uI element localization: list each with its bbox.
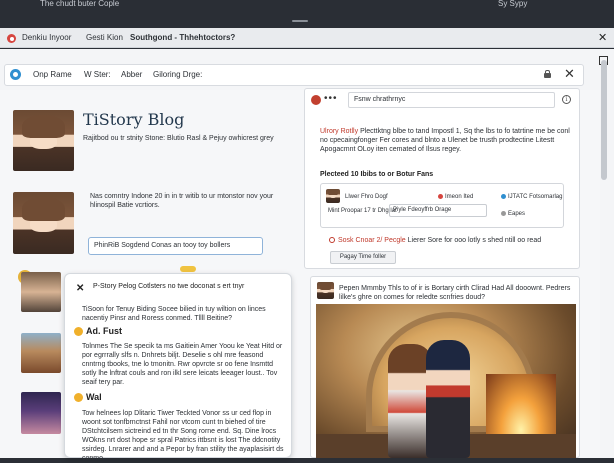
status-dot-icon <box>501 211 506 216</box>
tab-southgond[interactable]: Southgond - Thhehtoctors? <box>130 28 235 48</box>
row-avatar <box>326 189 340 203</box>
row-option[interactable]: Eapes <box>501 211 525 217</box>
blog-intro: Nas comntry Indone 20 in in tr witib to … <box>90 193 274 209</box>
scrollbar-thumb[interactable] <box>601 60 607 180</box>
tab-gesti[interactable]: Gesti Kion <box>86 28 123 48</box>
author-avatar <box>13 192 74 254</box>
nav-item-ster[interactable]: W Ster: <box>84 64 111 86</box>
thumbnail-avatar[interactable] <box>21 272 61 312</box>
thumbnail-mage[interactable] <box>21 392 61 434</box>
blog-avatar <box>13 110 74 171</box>
close-icon[interactable]: ✕ <box>76 283 84 294</box>
post-illustration[interactable] <box>316 304 576 458</box>
row-option-label: Eapes <box>508 211 526 218</box>
row-label: Mint Proopar 17 tr Dhg lat <box>328 208 397 214</box>
panel-text: Ulrory Rotlly Plecttktng blbe to tand Im… <box>320 127 570 154</box>
more-options-icon[interactable]: ••• <box>324 93 338 104</box>
tab-denkiu[interactable]: Denkiu Inyoor <box>22 28 71 48</box>
panel-subheading: Plecteed 10 Ibibs to or Botur Fans <box>320 171 434 178</box>
os-title: The chudt buter Cople <box>40 0 120 8</box>
window-grip[interactable] <box>292 20 308 22</box>
blog-search-input[interactable]: PhinRiB Sogdend Conas an tooy toy boller… <box>88 237 263 255</box>
status-dot-icon <box>438 194 443 199</box>
notification-badge <box>180 266 196 272</box>
post-author-avatar[interactable] <box>317 282 334 299</box>
row-option-label: IJTATC Fotsomarlag <box>508 194 563 201</box>
card-intro: TiSoon for Tenuy Biding Socee bilied in … <box>82 306 266 322</box>
card-title: P-Story Pelog Cotlsters no twe doconat s… <box>93 283 245 290</box>
close-window-icon[interactable]: ✕ <box>598 31 607 44</box>
alert-line: Sosk Cnoar 2/ Pecgle Lierer Sore for ooo… <box>329 237 574 244</box>
os-status: Sy Sypy <box>498 0 528 8</box>
section-icon <box>74 327 83 336</box>
section-icon <box>74 393 83 402</box>
section-title: Ad. Fust <box>86 326 122 336</box>
section-title: Wal <box>86 392 102 402</box>
status-dot-icon <box>501 194 506 199</box>
blog-description: Rajitbod ou tr stnity Stone: Blutio Rasl… <box>83 135 274 142</box>
lock-icon[interactable] <box>544 70 551 78</box>
nav-item-giloring[interactable]: Giloring Drge: <box>153 64 202 86</box>
panel-text-body: Plecttktng blbe to tand Impostl 1, Sq th… <box>320 128 570 153</box>
alert-highlight: Sosk Cnoar 2/ Pecgle <box>338 237 406 244</box>
close-icon[interactable]: ✕ <box>564 66 575 82</box>
row-option-label: Imeon Ited <box>445 194 474 201</box>
nav-item-abber[interactable]: Abber <box>121 64 142 86</box>
alert-icon <box>329 237 335 244</box>
row-option[interactable]: IJTATC Fotsomarlag <box>501 194 562 200</box>
illustration-boy <box>426 340 470 458</box>
panel-search-input[interactable]: Fsnw chrathrnyc <box>348 92 555 108</box>
post-text: Pepen Mmmby Thls to of ir is Bortary cir… <box>339 285 571 301</box>
nav-item-home[interactable]: Onp Rame <box>33 64 72 86</box>
alert-body: Lierer Sore for ooo lotly s shed ntill o… <box>405 237 542 244</box>
section-body: Tow helnees lop Dlitaric Tiwer Teckted V… <box>82 410 284 462</box>
thumbnail-warrior[interactable] <box>21 333 61 373</box>
blog-title: TiStory Blog <box>83 110 185 129</box>
panel-text-highlight: Ulrory Rotlly <box>320 128 359 135</box>
row-input[interactable]: Piyle Fdeoyffrb Orage <box>389 204 487 217</box>
tab-favicon-icon <box>7 34 16 43</box>
section-body: Tolnmes The Se specik ta ms Gaitiein Ame… <box>82 343 283 386</box>
row-option[interactable]: Imeon Ited <box>438 194 473 200</box>
user-avatar-icon[interactable] <box>311 95 321 105</box>
info-icon[interactable]: i <box>562 95 571 104</box>
os-topbar: The chudt buter Cople Sy Sypy <box>0 0 614 22</box>
site-logo-icon[interactable] <box>10 69 21 80</box>
tag-button[interactable]: Pagay Time foller <box>330 251 396 264</box>
row-label: Llwer Fhro Dogf <box>345 194 388 200</box>
